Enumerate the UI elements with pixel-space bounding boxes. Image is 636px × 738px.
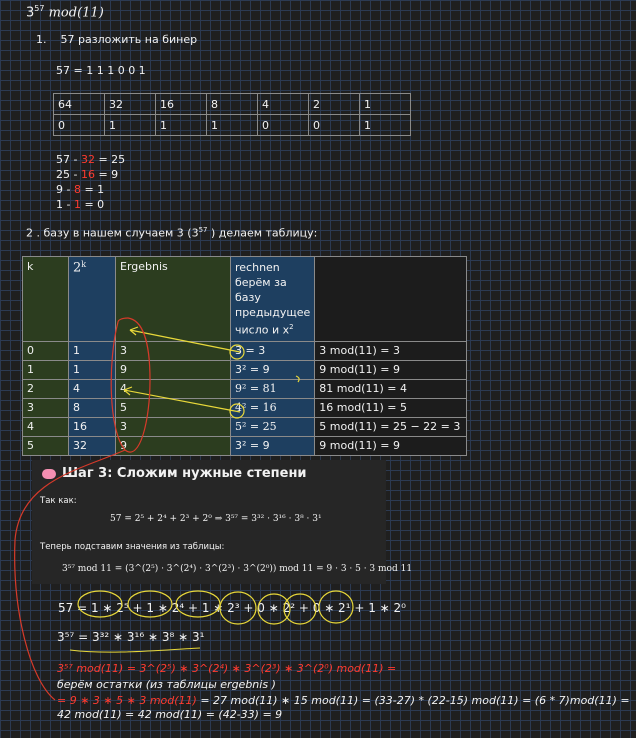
header-k: k bbox=[22, 256, 69, 342]
equation-1: 57 = 2⁵ + 2⁴ + 2³ + 2⁰ ⇒ 3⁵⁷ = 3³² · 3¹⁶… bbox=[110, 514, 322, 524]
binary-powers-row: 64 32 16 8 4 2 1 bbox=[53, 93, 411, 115]
header-ergebnis: Ergebnis bbox=[115, 256, 231, 342]
subtraction-line: 1 - 1 = 0 bbox=[56, 198, 105, 211]
binary-bits-row: 0 1 1 1 0 0 1 bbox=[53, 114, 411, 136]
binary-cell: 0 bbox=[257, 114, 309, 136]
binary-cell: 2 bbox=[308, 93, 360, 115]
powers-table: k 2k Ergebnis rechnen берём за базу пред… bbox=[22, 256, 468, 456]
remainders-line: берём остатки (из таблицы ergebnis ) bbox=[57, 678, 276, 691]
page-title: 357 mod(11) bbox=[26, 4, 104, 20]
table-row: 2 4 4 9² = 81 81 mod(11) = 4 bbox=[22, 378, 468, 399]
table-row: 4 16 3 5² = 25 5 mod(11) = 25 − 22 = 3 bbox=[22, 416, 468, 437]
binary-cell: 16 bbox=[155, 93, 207, 115]
table-row: 1 1 9 3² = 9 9 mod(11) = 9 bbox=[22, 359, 468, 380]
subtraction-list: 57 - 32 = 25 25 - 16 = 9 9 - 8 = 1 1 - 1… bbox=[56, 152, 125, 212]
brain-icon bbox=[42, 468, 56, 479]
power-product-line: 3⁵⁷ = 3³² ∗ 3¹⁶ ∗ 3⁸ ∗ 3¹ bbox=[57, 630, 205, 644]
subtraction-line: 9 - 8 = 1 bbox=[56, 183, 105, 196]
binary-cell: 1 bbox=[359, 114, 411, 136]
binary-expansion-line: 57 = 1 ∗ 2⁵ + 1 ∗ 2⁴ + 1 ∗ 2³ + 0 ∗ 2² +… bbox=[58, 601, 406, 615]
step2-heading: 2 . базу в нашем случаем 3 (357 ) делаем… bbox=[26, 226, 318, 240]
table-row: 5 32 9 3² = 9 9 mod(11) = 9 bbox=[22, 435, 468, 456]
binary-cell: 4 bbox=[257, 93, 309, 115]
header-power: 2k bbox=[68, 256, 116, 342]
binary-cell: 64 bbox=[53, 93, 105, 115]
calculation-line: = 9 ∗ 3 ∗ 5 ∗ 3 mod(11) = 27 mod(11) ∗ 1… bbox=[57, 694, 630, 721]
table-row: 3 8 5 4² = 16 16 mod(11) = 5 bbox=[22, 397, 468, 418]
header-empty bbox=[314, 256, 468, 342]
title-mod: mod(11) bbox=[48, 5, 104, 21]
subtraction-line: 57 - 32 = 25 bbox=[56, 153, 126, 166]
step1-number: 1. bbox=[36, 33, 47, 46]
binary-cell: 1 bbox=[206, 114, 258, 136]
table-row: 0 1 3 3 = 3 3 mod(11) = 3 bbox=[22, 340, 468, 361]
binary-cell: 1 bbox=[104, 114, 156, 136]
since-label: Так как: bbox=[40, 496, 77, 506]
binary-cell: 1 bbox=[155, 114, 207, 136]
step1-text: 57 разложить на бинер bbox=[60, 33, 198, 46]
binary-cell: 32 bbox=[104, 93, 156, 115]
binary-cell: 1 bbox=[359, 93, 411, 115]
binary-line: 57 = 1 1 1 0 0 1 bbox=[56, 64, 146, 77]
substitute-label: Теперь подставим значения из таблицы: bbox=[40, 542, 225, 552]
binary-cell: 0 bbox=[308, 114, 360, 136]
step3-title: Шаг 3: Сложим нужные степени bbox=[42, 466, 307, 481]
equation-2: 3⁵⁷ mod 11 = (3^(2⁵) · 3^(2⁴) · 3^(2³) ·… bbox=[62, 564, 413, 574]
subtraction-line: 25 - 16 = 9 bbox=[56, 168, 119, 181]
yellow-underline bbox=[69, 647, 201, 653]
mod-expression-line: 3⁵⁷ mod(11) = 3^(2⁵) ∗ 3^(2⁴) ∗ 3^(2³) ∗… bbox=[57, 662, 397, 675]
binary-cell: 8 bbox=[206, 93, 258, 115]
title-exp: 57 bbox=[34, 4, 45, 13]
binary-cell: 0 bbox=[53, 114, 105, 136]
table-header-row: k 2k Ergebnis rechnen берём за базу пред… bbox=[22, 256, 468, 342]
header-rechnen: rechnen берём за базу предыдущее число и… bbox=[229, 256, 316, 342]
step1-heading: 1. 57 разложить на бинер bbox=[36, 33, 197, 46]
binary-table: 64 32 16 8 4 2 1 0 1 1 1 0 0 1 bbox=[53, 93, 411, 136]
